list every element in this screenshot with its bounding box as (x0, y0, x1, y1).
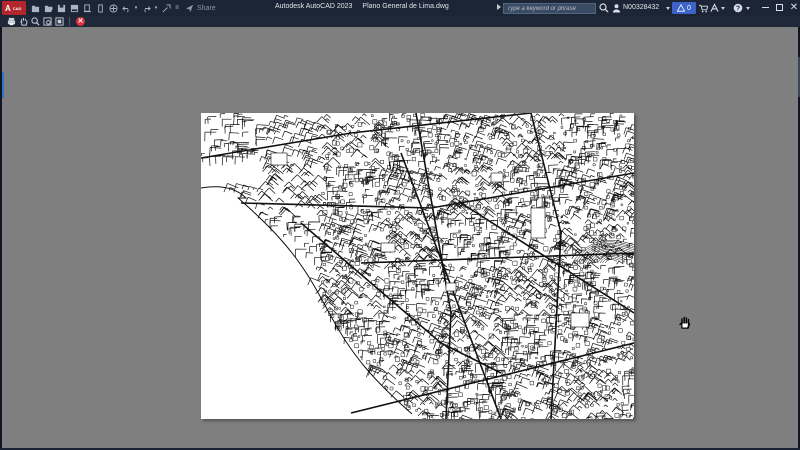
help-dropdown-icon[interactable] (746, 7, 750, 10)
customize-icon[interactable]: ≡ (174, 3, 180, 13)
svg-text:?: ? (736, 6, 740, 13)
match-properties-icon[interactable] (161, 3, 171, 13)
save-to-web-icon[interactable] (95, 3, 105, 13)
search-input[interactable] (503, 3, 596, 14)
toolbar-divider (69, 17, 70, 26)
plot-preview-toolbar: ✕ (0, 16, 800, 27)
save-icon[interactable] (56, 3, 66, 13)
user-dropdown-icon[interactable] (666, 7, 670, 10)
save-as-icon[interactable] (69, 3, 79, 13)
zoom-original-icon[interactable] (54, 17, 64, 27)
maximize-button[interactable] (776, 4, 783, 11)
a360-dropdown-icon[interactable] (721, 7, 725, 10)
app-title: Autodesk AutoCAD 2023 (275, 3, 353, 10)
user-icon[interactable] (612, 3, 621, 13)
city-map-drawing (201, 113, 634, 419)
pan-hand-icon (679, 316, 691, 329)
left-edge-indicator (2, 72, 4, 98)
redo-dropdown-icon[interactable]: ▾ (154, 3, 158, 13)
share-icon (185, 4, 194, 12)
pan-icon[interactable] (18, 17, 28, 27)
notification-count: 0 (687, 4, 691, 12)
undo-dropdown-icon[interactable]: ▾ (134, 3, 138, 13)
new-icon[interactable] (30, 3, 40, 13)
undo-icon[interactable] (121, 3, 131, 13)
app-badge-sub: CAD (12, 5, 22, 11)
open-from-web-icon[interactable] (82, 3, 92, 13)
redo-icon[interactable] (141, 3, 151, 13)
application-menu-button[interactable]: A CAD (2, 1, 26, 15)
autodesk-a360-icon[interactable] (710, 3, 719, 13)
quick-access-toolbar: ▾ ▾ ≡ Share (30, 0, 216, 16)
zoom-window-icon[interactable] (42, 17, 52, 27)
window-title: Autodesk AutoCAD 2023 Plano General de L… (275, 3, 449, 10)
search-expand-icon[interactable] (497, 4, 501, 10)
plot-preview-canvas[interactable] (2, 27, 800, 448)
title-bar: A CAD ▾ ▾ ≡ Share Autodesk AutoCAD 2023 … (0, 0, 800, 16)
username[interactable]: N00328432 (623, 4, 659, 11)
search-icon[interactable] (599, 3, 609, 13)
notifications-button[interactable]: 0 (672, 2, 696, 14)
minimize-button[interactable] (762, 7, 769, 8)
share-button[interactable]: Share (185, 4, 216, 13)
app-badge-letter: A (5, 3, 11, 13)
document-name: Plano General de Lima.dwg (362, 3, 449, 10)
close-preview-button[interactable]: ✕ (76, 17, 85, 26)
print-icon[interactable] (6, 17, 16, 27)
zoom-icon[interactable] (30, 17, 40, 27)
open-icon[interactable] (43, 3, 53, 13)
share-label: Share (197, 4, 216, 12)
close-window-button[interactable]: ✕ (789, 2, 799, 13)
plot-icon[interactable] (108, 3, 118, 13)
warning-icon (677, 4, 686, 12)
help-icon[interactable]: ? (733, 3, 743, 13)
plot-sheet[interactable] (201, 113, 634, 419)
cart-icon[interactable] (699, 3, 708, 13)
